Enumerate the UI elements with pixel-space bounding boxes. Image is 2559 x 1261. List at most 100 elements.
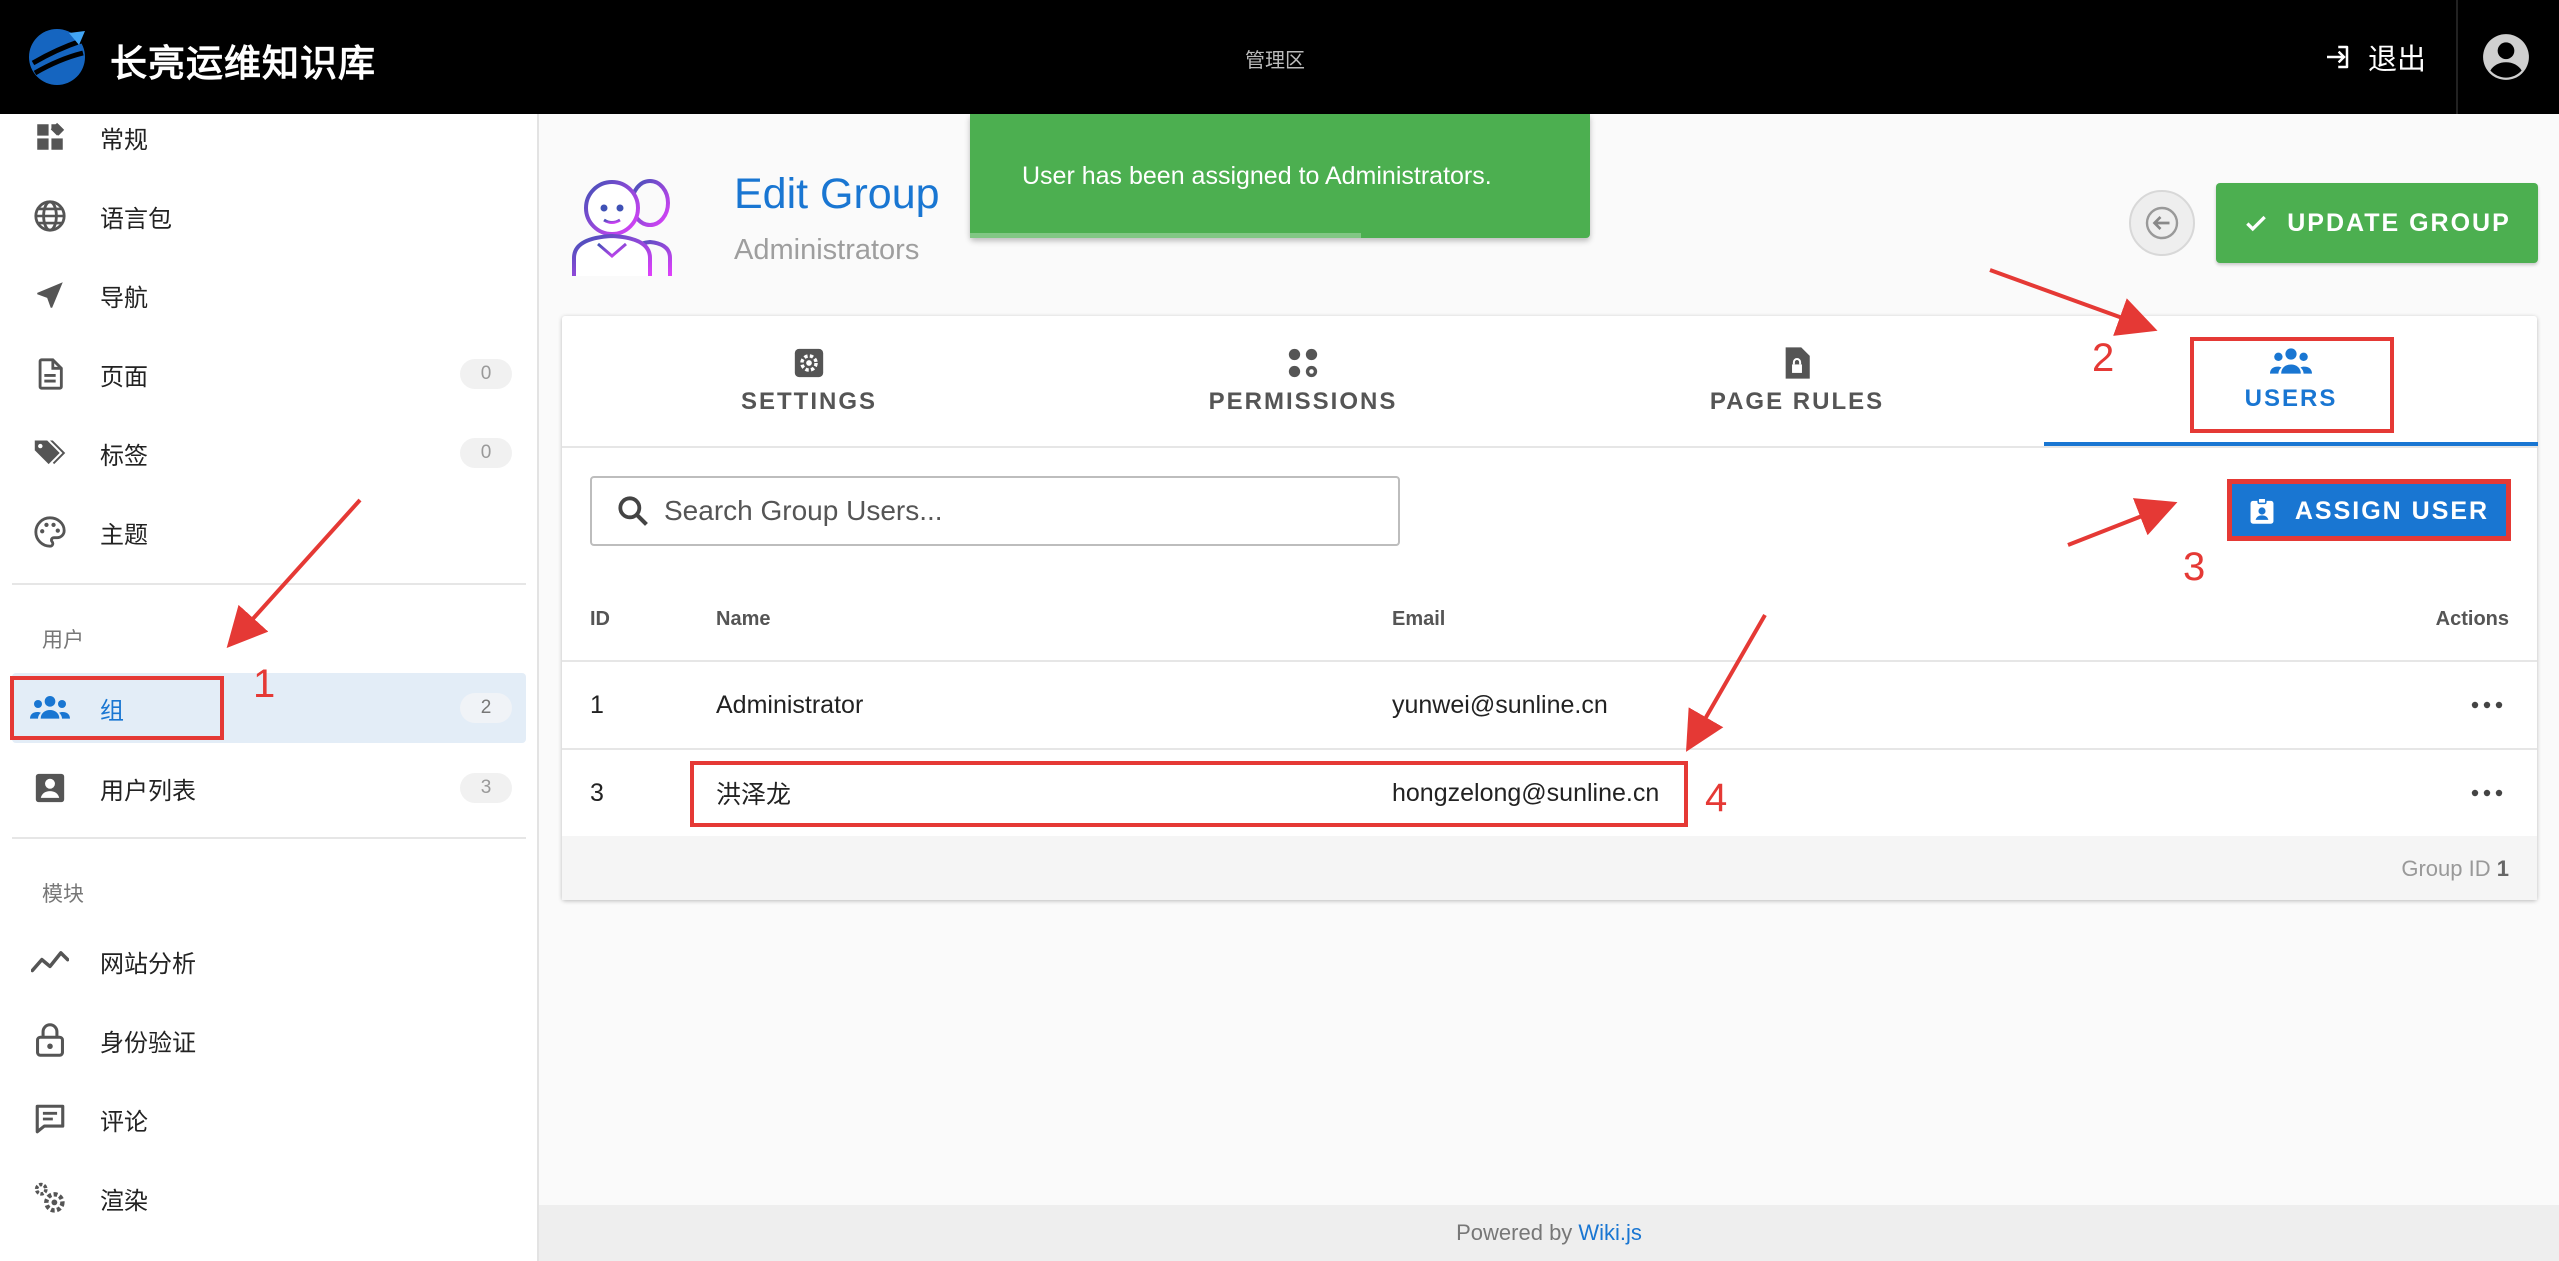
sidebar-item-rendering[interactable]: 渲染 [12,1163,526,1233]
success-toast: User has been assigned to Administrators… [970,114,1590,238]
topbar-divider [2456,0,2458,114]
tab-label: PAGE RULES [1709,388,1885,415]
user-id: 3 [590,778,604,807]
arrow-left-icon [2145,206,2179,240]
tab-permissions[interactable]: PERMISSIONS [1056,316,1550,446]
sidebar-item-tags[interactable]: 标签 0 [12,418,526,488]
search-icon [618,496,648,526]
count-badge: 0 [460,438,512,468]
sidebar-item-theme[interactable]: 主题 [12,497,526,567]
logo-icon[interactable] [27,27,87,87]
analytics-icon [30,941,70,981]
sidebar-divider [12,583,526,585]
annotation-number: 4 [1705,776,1728,820]
app-title[interactable]: 长亮运维知识库 [110,33,376,87]
annotation-number: 1 [253,662,276,706]
sidebar-item-label: 标签 [100,442,148,470]
sidebar-item-label: 常规 [100,126,148,154]
sidebar-item-analytics[interactable]: 网站分析 [12,926,526,996]
update-group-button[interactable]: UPDATE GROUP [2216,183,2538,263]
tab-label: USERS [2244,385,2338,412]
tab-users[interactable]: USERS [2044,316,2538,446]
logout-icon [2327,45,2349,69]
sidebar-item-label: 身份验证 [100,1029,196,1057]
sidebar-item-label: 语言包 [100,205,172,233]
sidebar-item-label: 评论 [100,1108,148,1136]
sidebar-divider [12,837,526,839]
column-header-id[interactable]: ID [590,578,610,660]
group-editor-card: SETTINGS PERMISSIONS PAGE RULES USERS AS… [562,316,2538,900]
gear-icon [794,348,824,378]
sidebar-item-label: 网站分析 [100,950,196,978]
annotation-number: 3 [2183,545,2206,589]
sidebar-item-label: 导航 [100,284,148,312]
sidebar-item-label: 用户列表 [100,777,196,805]
user-name: Administrator [716,690,864,719]
user-email: yunwei@sunline.cn [1392,690,1608,719]
sidebar-item-locale[interactable]: 语言包 [12,181,526,251]
more-horizontal-icon[interactable] [2465,690,2509,720]
group-name-subtitle: Administrators [734,234,920,266]
page-title: Edit Group [734,170,940,218]
page-footer: Powered by Wiki.js [539,1205,2559,1261]
sidebar-item-auth[interactable]: 身份验证 [12,1005,526,1075]
page-lock-icon [1785,347,1810,379]
assign-user-label: ASSIGN USER [2294,496,2490,525]
annotation-number: 2 [2092,336,2115,380]
section-heading-users: 用户 [42,629,84,652]
sidebar-item-navigation[interactable]: 导航 [12,260,526,330]
sidebar-item-label: 主题 [100,521,148,549]
sidebar-item-comments[interactable]: 评论 [12,1084,526,1154]
tab-label: PERMISSIONS [1208,388,1398,415]
dashboard-icon [30,117,70,157]
check-icon [2246,215,2267,232]
permissions-icon [1288,348,1318,378]
assign-user-button[interactable]: ASSIGN USER [2230,481,2508,541]
back-button[interactable] [2129,190,2195,256]
user-email: hongzelong@sunline.cn [1392,778,1660,807]
table-footer: Group ID 1 [562,836,2537,900]
group-icon [30,688,70,728]
admin-area-label: 管理区 [1245,50,1305,72]
group-id-value: 1 [2496,856,2509,881]
powered-by-label: Powered by [1456,1220,1573,1245]
tab-label: SETTINGS [740,388,877,415]
section-heading-modules: 模块 [42,883,84,906]
column-header-actions: Actions [2435,607,2509,630]
toast-message: User has been assigned to Administrators… [1022,162,1492,190]
comment-icon [30,1099,70,1139]
table-row[interactable]: 3 洪泽龙 hongzelong@sunline.cn [562,750,2537,838]
update-group-label: UPDATE GROUP [2287,208,2511,237]
group-avatar-icon [572,179,672,276]
table-row[interactable]: 1 Administrator yunwei@sunline.cn [562,662,2537,750]
tab-page-rules[interactable]: PAGE RULES [1550,316,2044,446]
user-id: 1 [590,690,604,719]
toast-progress-bar [970,233,1361,238]
globe-icon [30,196,70,236]
wikijs-link[interactable]: Wiki.js [1578,1220,1642,1246]
tags-icon [30,433,70,473]
more-horizontal-icon[interactable] [2465,778,2509,808]
users-icon [2270,348,2312,374]
logout-button[interactable]: 退出 [2322,33,2426,81]
sidebar-item-pages[interactable]: 页面 0 [12,339,526,409]
tab-bar: SETTINGS PERMISSIONS PAGE RULES USERS [562,316,2538,448]
count-badge: 3 [460,773,512,803]
count-badge: 2 [460,693,512,723]
row-actions [2465,750,2509,836]
account-icon[interactable] [2481,32,2531,82]
lock-icon [30,1020,70,1060]
palette-icon [30,512,70,552]
column-header-name[interactable]: Name [716,578,770,660]
sidebar-item-label: 渲染 [100,1187,148,1215]
search-input[interactable] [662,494,1366,528]
user-name: 洪泽龙 [716,781,792,809]
sidebar-item-general[interactable]: 常规 [12,114,526,172]
tab-settings[interactable]: SETTINGS [562,316,1056,446]
assign-user-icon [2250,497,2274,524]
sidebar-item-users[interactable]: 用户列表 3 [12,753,526,823]
sidebar-item-label: 页面 [100,363,148,391]
sidebar-item-label: 组 [100,697,124,725]
search-group-users[interactable] [590,476,1400,546]
column-header-email[interactable]: Email [1392,578,1445,660]
